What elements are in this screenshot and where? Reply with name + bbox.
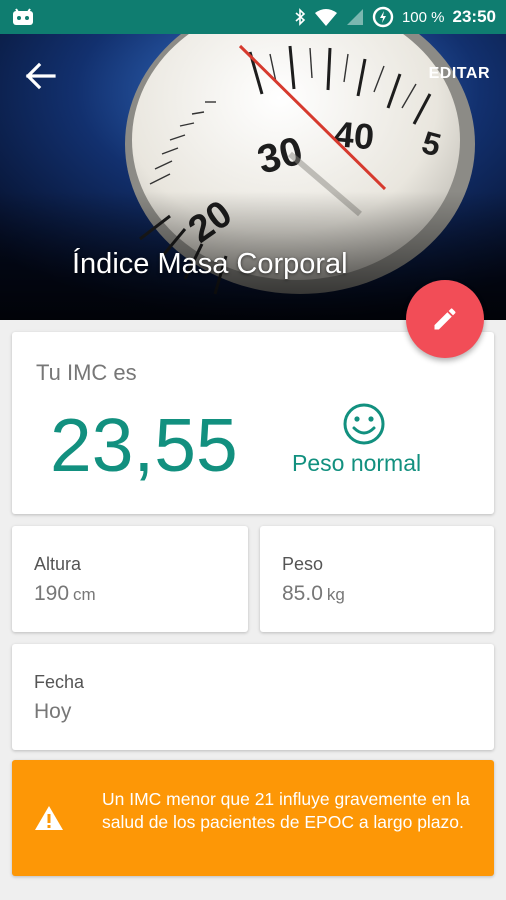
back-arrow-icon[interactable] (22, 58, 62, 94)
peso-unit: kg (326, 585, 345, 604)
smiley-icon (343, 403, 385, 445)
header-banner: 20 30 40 5 EDITAR Índice Masa Corporal (0, 34, 506, 320)
warning-banner: Un IMC menor que 21 influye gravemente e… (12, 760, 494, 876)
wifi-icon (314, 9, 337, 26)
fecha-value: Hoy (34, 700, 72, 723)
imc-status: Peso normal (292, 450, 422, 476)
altura-value-row: 190 cm (34, 582, 96, 606)
imc-value: 23,55 (50, 403, 238, 487)
signal-icon (346, 9, 363, 25)
imc-label: Tu IMC es (36, 360, 137, 385)
warning-text: Un IMC menor que 21 influye gravemente e… (102, 789, 470, 832)
peso-value-row: 85.0 kg (282, 582, 345, 606)
peso-label: Peso (282, 554, 324, 574)
android-debug-icon (13, 8, 33, 25)
edit-button[interactable]: EDITAR (429, 65, 490, 83)
battery-percent: 100 % (401, 8, 445, 26)
warning-icon (35, 806, 63, 830)
altura-card[interactable]: Altura 190 cm (12, 526, 248, 632)
peso-card[interactable]: Peso 85.0 kg (260, 526, 494, 632)
battery-saver-icon (372, 6, 394, 28)
clock: 23:50 (452, 7, 496, 26)
altura-unit: cm (73, 585, 96, 604)
peso-value: 85.0 (282, 582, 323, 605)
edit-fab-button[interactable] (406, 280, 484, 358)
imc-card: Tu IMC es 23,55 Peso normal (12, 332, 494, 514)
bluetooth-icon (295, 8, 306, 26)
fecha-label: Fecha (34, 672, 85, 692)
altura-label: Altura (34, 554, 82, 574)
pencil-icon (434, 308, 456, 330)
page-title: Índice Masa Corporal (72, 248, 348, 280)
status-bar: 100 % 23:50 (0, 0, 506, 34)
altura-value: 190 (34, 582, 70, 605)
fecha-card[interactable]: Fecha Hoy (12, 644, 494, 750)
